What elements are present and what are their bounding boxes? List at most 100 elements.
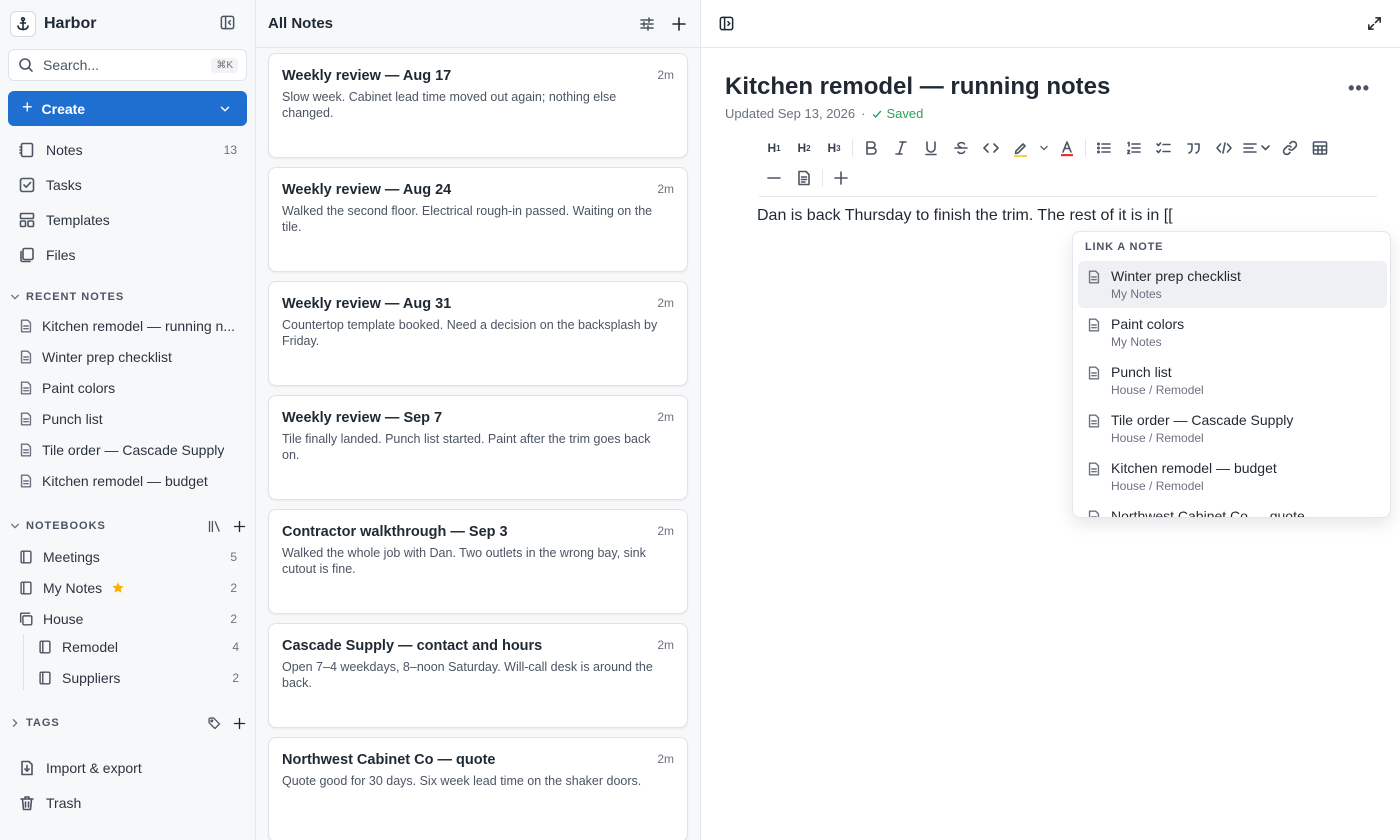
- notebook-count: 5: [230, 550, 237, 564]
- link-option[interactable]: Kitchen remodel — budget House / Remodel: [1078, 453, 1387, 500]
- sidebar-item-label: Import & export: [46, 760, 142, 776]
- link-option[interactable]: Tile order — Cascade Supply House / Remod…: [1078, 405, 1387, 452]
- sidebar-item-import-export[interactable]: Import & export: [8, 753, 247, 783]
- link-option-path: My Notes: [1111, 287, 1162, 301]
- notebook-count: 4: [232, 640, 239, 654]
- italic-icon[interactable]: [886, 133, 916, 163]
- brand[interactable]: Harbor: [10, 11, 96, 37]
- document-body[interactable]: Dan is back Thursday to finish the trim.…: [757, 207, 1173, 225]
- underline-icon[interactable]: [916, 133, 946, 163]
- note-card[interactable]: Cascade Supply — contact and hours 2m Ope…: [268, 623, 688, 728]
- notes-count: 13: [223, 143, 237, 157]
- tag-icon[interactable]: [207, 716, 222, 731]
- code-icon[interactable]: [976, 133, 1006, 163]
- align-dropdown-icon[interactable]: [1239, 133, 1275, 163]
- add-note-icon[interactable]: [670, 15, 688, 33]
- code-block-icon[interactable]: [1209, 133, 1239, 163]
- notebook-icon: [20, 550, 32, 564]
- bold-icon[interactable]: [856, 133, 886, 163]
- recent-note-item[interactable]: Punch list: [8, 406, 247, 432]
- sidebar: Harbor Search... ⌘K + Create Notes 13 Ta…: [0, 0, 256, 840]
- stack-icon: [19, 612, 33, 626]
- note-card[interactable]: Weekly review — Aug 17 2m Slow week. Cabi…: [268, 53, 688, 158]
- link-option-title: Kitchen remodel — budget: [1111, 460, 1277, 476]
- recent-note-item[interactable]: Tile order — Cascade Supply: [8, 437, 247, 463]
- link-option[interactable]: Winter prep checklist My Notes: [1078, 261, 1387, 308]
- quote-icon[interactable]: [1179, 133, 1209, 163]
- notebook-label: Meetings: [43, 549, 100, 565]
- sidebar-item-trash[interactable]: Trash: [8, 788, 247, 818]
- insert-plus-icon[interactable]: [826, 163, 856, 193]
- section-label: TAGS: [26, 717, 60, 729]
- link-icon[interactable]: [1275, 133, 1305, 163]
- table-icon[interactable]: [1305, 133, 1335, 163]
- note-snippet: Quote good for 30 days. Six week lead ti…: [282, 774, 642, 788]
- recent-note-item[interactable]: Kitchen remodel — running n...: [8, 313, 247, 339]
- link-option-path: House / Remodel: [1111, 479, 1204, 493]
- notebook-remodel[interactable]: Remodel 4: [37, 633, 247, 661]
- heading2-icon[interactable]: H2: [789, 133, 819, 163]
- recent-note-item[interactable]: Paint colors: [8, 375, 247, 401]
- note-card[interactable]: Contractor walkthrough — Sep 3 2m Walked …: [268, 509, 688, 614]
- notebook-meetings[interactable]: Meetings 5: [18, 543, 257, 571]
- search-input[interactable]: Search... ⌘K: [8, 49, 247, 81]
- add-tag-icon[interactable]: [232, 716, 247, 731]
- more-options-icon[interactable]: •••: [1348, 78, 1370, 99]
- note-time: 2m: [657, 524, 674, 538]
- page-icon[interactable]: [789, 163, 819, 193]
- note-time: 2m: [657, 410, 674, 424]
- link-option[interactable]: Paint colors My Notes: [1078, 309, 1387, 356]
- notes-list-panel: All Notes Weekly review — Aug 17 2m Slow …: [256, 0, 701, 840]
- note-snippet: Slow week. Cabinet lead time moved out a…: [282, 90, 617, 120]
- note-title: Cascade Supply — contact and hours: [282, 638, 543, 654]
- notebook-my-notes[interactable]: My Notes 2: [18, 574, 257, 602]
- document-title[interactable]: Kitchen remodel — running notes: [725, 73, 1110, 101]
- sidebar-item-notes[interactable]: Notes 13: [8, 135, 247, 165]
- filter-sliders-icon[interactable]: [638, 15, 656, 33]
- collapse-sidebar-icon[interactable]: [219, 14, 236, 31]
- recent-note-item[interactable]: Winter prep checklist: [8, 344, 247, 370]
- notebooks-heading[interactable]: NOTEBOOKS: [10, 516, 247, 536]
- notebook-label: House: [43, 611, 84, 627]
- chevron-right-icon: [12, 719, 18, 727]
- sidebar-item-files[interactable]: Files: [8, 240, 247, 270]
- note-card[interactable]: Weekly review — Aug 24 2m Walked the seco…: [268, 167, 688, 272]
- heading3-icon[interactable]: H3: [819, 133, 849, 163]
- checklist-icon[interactable]: [1149, 133, 1179, 163]
- divider-icon[interactable]: [759, 163, 789, 193]
- star-icon: [112, 582, 124, 593]
- text-color-icon[interactable]: [1052, 133, 1082, 163]
- document-icon: [1088, 270, 1100, 284]
- link-option[interactable]: Northwest Cabinet Co — quote: [1078, 501, 1387, 517]
- create-button[interactable]: + Create: [8, 91, 247, 126]
- numbered-list-icon[interactable]: [1119, 133, 1149, 163]
- plus-icon: +: [22, 97, 33, 117]
- notebook-house[interactable]: House 2: [18, 605, 257, 633]
- document-icon: [20, 412, 32, 426]
- note-title: Weekly review — Aug 24: [282, 182, 452, 198]
- note-card[interactable]: Weekly review — Sep 7 2m Tile finally lan…: [268, 395, 688, 500]
- heading1-icon[interactable]: H1: [759, 133, 789, 163]
- bullet-list-icon[interactable]: [1089, 133, 1119, 163]
- add-notebook-icon[interactable]: [232, 519, 247, 534]
- sidebar-item-label: Files: [46, 247, 76, 263]
- note-card[interactable]: Northwest Cabinet Co — quote 2m Quote goo…: [268, 737, 688, 840]
- chevron-down-icon[interactable]: [217, 101, 233, 117]
- recent-note-item[interactable]: Kitchen remodel — budget: [8, 468, 247, 494]
- library-icon[interactable]: [207, 519, 222, 534]
- link-option-title: Winter prep checklist: [1111, 268, 1241, 284]
- recent-notes-heading[interactable]: RECENT NOTES: [10, 287, 247, 307]
- notebook-suppliers[interactable]: Suppliers 2: [37, 664, 247, 692]
- tags-heading[interactable]: TAGS: [10, 713, 247, 733]
- formatting-toolbar: H1 H2 H3: [759, 133, 1377, 197]
- highlight-icon[interactable]: [1006, 133, 1036, 163]
- toggle-list-icon[interactable]: [718, 15, 735, 32]
- chevron-down-icon[interactable]: [1036, 133, 1052, 163]
- sidebar-item-templates[interactable]: Templates: [8, 205, 247, 235]
- sidebar-item-tasks[interactable]: Tasks: [8, 170, 247, 200]
- link-option[interactable]: Punch list House / Remodel: [1078, 357, 1387, 404]
- note-card[interactable]: Weekly review — Aug 31 2m Countertop temp…: [268, 281, 688, 386]
- strikethrough-icon[interactable]: [946, 133, 976, 163]
- expand-icon[interactable]: [1366, 15, 1383, 32]
- updated-date: Updated Sep 13, 2026: [725, 106, 856, 121]
